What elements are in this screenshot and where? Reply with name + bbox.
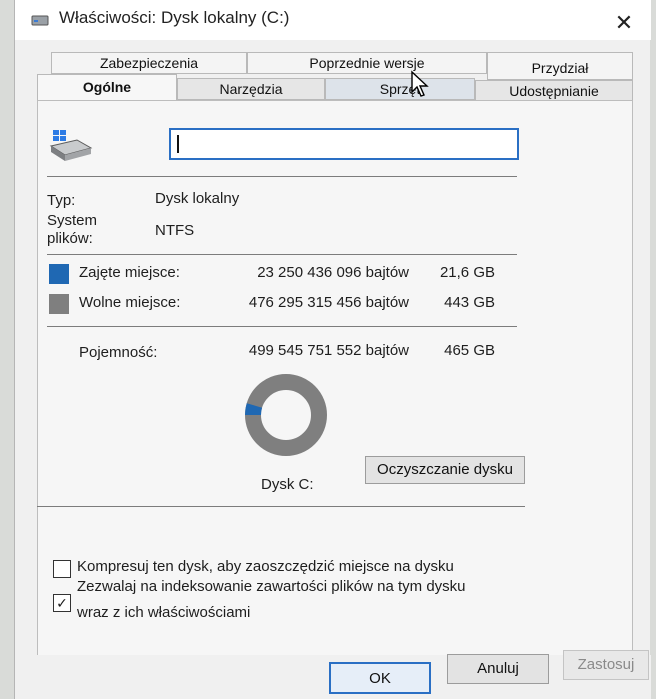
separator-2 [47, 254, 517, 255]
capacity-label: Pojemność: [79, 344, 158, 361]
close-button[interactable]: ✕ [611, 10, 637, 36]
donut-free-ring [245, 374, 327, 456]
tab-ogolne[interactable]: Ogólne [37, 74, 177, 101]
drive-name-input[interactable] [169, 128, 519, 160]
compress-label: Kompresuj ten dysk, aby zaoszczędzić mie… [77, 558, 454, 575]
type-label: Typ: [47, 192, 76, 209]
windows-drive-icon [49, 130, 93, 161]
tab-przydzial[interactable]: Przydział [487, 52, 633, 80]
used-space-swatch [49, 264, 69, 284]
general-tab-panel [37, 100, 633, 660]
tab-narzedzia[interactable]: Narzędzia [177, 78, 325, 100]
capacity-human: 465 GB [444, 342, 495, 359]
compress-checkbox[interactable] [53, 560, 71, 578]
window-title: Właściwości: Dysk lokalny (C:) [59, 8, 290, 27]
separator-1 [47, 176, 517, 177]
apply-button[interactable]: Zastosuj [563, 650, 649, 680]
used-space-label: Zajęte miejsce: [79, 264, 180, 281]
title-bar[interactable]: Właściwości: Dysk lokalny (C:) ✕ [15, 0, 651, 40]
tab-zabezpieczenia[interactable]: Zabezpieczenia [51, 52, 247, 74]
separator-4 [37, 506, 525, 507]
free-space-bytes: 476 295 315 456 bajtów [248, 294, 409, 311]
tab-sprzet[interactable]: Sprzęt [325, 78, 475, 100]
drive-letter-label: Dysk C: [261, 476, 314, 493]
mouse-pointer-icon [411, 70, 429, 97]
drive-icon [31, 15, 49, 26]
properties-window: Właściwości: Dysk lokalny (C:) ✕ Zabezpi… [14, 0, 651, 699]
used-space-human: 21,6 GB [439, 264, 495, 281]
used-space-bytes: 23 250 436 096 bajtów [257, 264, 409, 281]
tab-udostepnianie[interactable]: Udostępnianie [475, 80, 633, 102]
ok-button[interactable]: OK [329, 662, 431, 694]
disk-cleanup-button[interactable]: Oczyszczanie dysku [365, 456, 525, 484]
free-space-swatch [49, 294, 69, 314]
text-caret [177, 135, 179, 153]
tab-poprzednie-wersje[interactable]: Poprzednie wersje [247, 52, 487, 74]
type-value: Dysk lokalny [155, 190, 240, 207]
donut-used-segment [245, 403, 263, 416]
indexing-checkbox[interactable]: ✓ [53, 594, 71, 612]
indexing-check-mark: ✓ [56, 595, 68, 611]
filesystem-value: NTFS [155, 222, 195, 239]
separator-3 [47, 326, 517, 327]
indexing-label-line2: wraz z ich właściwościami [77, 604, 251, 621]
cancel-button[interactable]: Anuluj [447, 654, 549, 684]
filesystem-label: System plików: [47, 212, 98, 247]
capacity-bytes: 499 545 751 552 bajtów [248, 342, 409, 359]
close-icon: ✕ [614, 10, 634, 35]
free-space-human: 443 GB [444, 294, 495, 311]
disk-usage-donut [245, 374, 327, 456]
free-space-label: Wolne miejsce: [79, 294, 181, 311]
indexing-label-line1: Zezwalaj na indeksowanie zawartości plik… [77, 578, 466, 595]
